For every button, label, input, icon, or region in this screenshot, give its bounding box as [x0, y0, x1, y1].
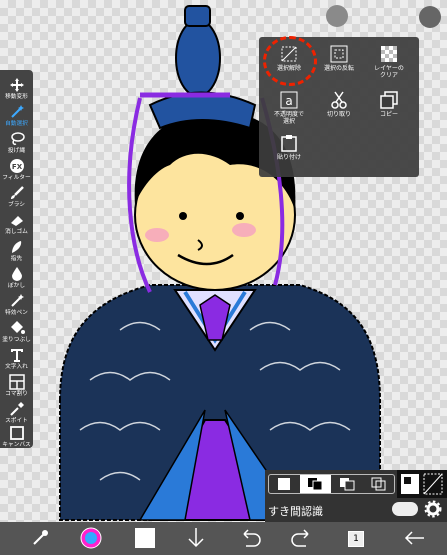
copy-icon [380, 91, 398, 109]
canvas-icon [9, 426, 24, 440]
finger-icon [11, 241, 21, 253]
menu-item-label: 選択の反転 [323, 65, 354, 72]
clear-layer-icon [381, 46, 397, 62]
invert-selection-icon [330, 45, 348, 63]
gap-detection-toggle[interactable] [392, 502, 418, 516]
paste-icon [281, 135, 297, 152]
menu-item-label: 不透明度で 選択 [273, 111, 304, 125]
gear-icon[interactable] [424, 500, 442, 518]
selection-mode-segments [268, 474, 395, 494]
frame-divider-icon [8, 374, 25, 390]
panel-right-buttons [397, 470, 447, 498]
gap-detection-label: すき間認識 [268, 505, 323, 518]
color-wheel-icon[interactable] [76, 522, 106, 555]
tool-label: 塗りつぶし [2, 336, 31, 343]
menu-item-label: 切り取り [326, 111, 351, 118]
tool-label: キャンバス [2, 441, 31, 448]
special-pen-icon [10, 294, 24, 307]
tool-label: ぼかし [7, 282, 26, 289]
fx-icon: FX [9, 159, 24, 173]
tool-label: 特効ペン [5, 309, 28, 316]
tool-label: 指先 [10, 255, 23, 262]
tool-label: コマ割り [5, 390, 28, 397]
menu-copy[interactable]: コピー [363, 87, 415, 133]
back-arrow-icon[interactable] [400, 522, 430, 555]
mode-add-icon [308, 478, 323, 491]
menu-select-by-opacity[interactable]: a 不透明度で 選択 [263, 87, 315, 133]
mode-add[interactable] [300, 475, 331, 493]
menu-cut[interactable]: 切り取り [313, 87, 365, 133]
layer-panel-button[interactable] [419, 6, 441, 28]
tool-canvas[interactable]: キャンバス [0, 422, 33, 456]
mode-new[interactable] [269, 475, 299, 493]
blur-drop-icon [11, 267, 22, 281]
current-color-swatch[interactable] [130, 522, 160, 555]
text-icon [10, 349, 23, 362]
tool-label: 移動変形 [5, 93, 28, 100]
deselect-layer-icon [423, 473, 443, 495]
highlight-circle [263, 36, 317, 86]
bottom-bar [0, 522, 447, 555]
tool-label: フィルター [2, 174, 31, 181]
down-arrow-icon[interactable] [181, 522, 211, 555]
eyedropper-icon [9, 402, 24, 416]
tool-label: 消しゴム [5, 228, 28, 235]
mode-subtract-icon [340, 478, 355, 491]
layer-count: 1 [353, 534, 359, 544]
svg-text:FX: FX [11, 163, 22, 171]
scissors-icon [331, 91, 347, 109]
tool-label: 投げ縄 [7, 147, 26, 154]
move-icon [9, 78, 24, 92]
lasso-icon [10, 132, 25, 145]
tool-label: 文字入れ [5, 363, 28, 370]
quick-menu-icon[interactable] [25, 522, 55, 555]
tool-sidebar: 移動変形 自動選択 投げ縄 FX フィルター ブラシ 消しゴム 指先 ぼかし 特… [0, 70, 33, 448]
tool-label: ブラシ [7, 201, 25, 208]
menu-clear-layer[interactable]: レイヤーの クリア [363, 41, 415, 87]
mode-new-icon [278, 478, 290, 490]
menu-item-label: レイヤーの クリア [374, 65, 404, 79]
magic-wand-icon [10, 105, 24, 118]
eraser-icon [10, 216, 23, 226]
menu-invert-selection[interactable]: 選択の反転 [313, 41, 365, 87]
brush-icon [10, 186, 24, 199]
bucket-icon [10, 321, 25, 334]
undo-icon[interactable] [234, 522, 264, 555]
mode-subtract[interactable] [332, 475, 363, 493]
menu-item-label: コピー [379, 111, 398, 118]
tool-label: 自動選択 [5, 120, 28, 127]
redo-icon[interactable] [288, 522, 318, 555]
mode-intersect[interactable] [364, 475, 394, 493]
selection-menu-toggle[interactable] [326, 5, 348, 27]
mode-intersect-icon [371, 477, 386, 491]
menu-paste[interactable]: 貼り付け [263, 130, 315, 176]
layer-count-button[interactable]: 1 [348, 531, 364, 547]
menu-item-label: 貼り付け [276, 154, 301, 161]
svg-text:a: a [285, 94, 292, 108]
opacity-select-icon: a [280, 91, 298, 109]
selection-actions-icons [401, 473, 443, 495]
select-layer-icon [401, 474, 419, 494]
